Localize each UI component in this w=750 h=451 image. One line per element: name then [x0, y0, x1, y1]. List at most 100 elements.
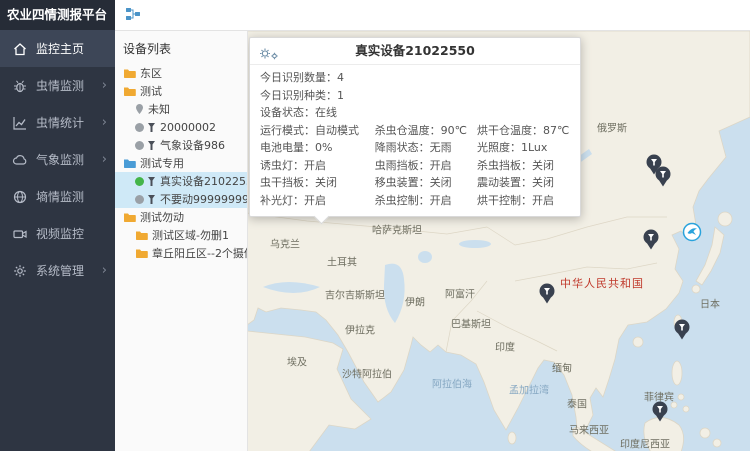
popup-grid-row: 诱虫灯：开启虫雨挡板：开启杀虫挡板：关闭 — [260, 157, 570, 175]
popup-field: 诱虫灯：开启 — [260, 157, 375, 175]
tree-item-label: 20000002 — [160, 121, 216, 134]
sidebar: 农业四情测报平台 监控主页虫情监测 › 虫情统计 › 气象监测 › 墒情监测视频监控系统管理… — [0, 0, 115, 451]
station-icon — [147, 194, 156, 205]
tree-folder[interactable]: 东区 — [115, 64, 247, 82]
tree-folder[interactable]: 测试勿动 — [115, 208, 247, 226]
sidebar-item-system-manage[interactable]: 系统管理 › — [0, 252, 115, 289]
device-tree: 东区测试未知 20000002 气象设备986 测试专用真实设备21022550 不要动… — [115, 64, 247, 262]
sidebar-item-label: 视频监控 — [36, 225, 84, 242]
tree-folder[interactable]: 测试专用 — [115, 154, 247, 172]
app-title: 农业四情测报平台 — [0, 0, 115, 30]
popup-field: 虫雨挡板：开启 — [375, 157, 477, 175]
weather-icon — [12, 152, 28, 168]
popup-field: 电池电量：0% — [260, 139, 375, 157]
sidebar-item-insect-monitor[interactable]: 虫情监测 › — [0, 67, 115, 104]
popup-field: 杀虫挡板：关闭 — [477, 157, 570, 175]
tree-device[interactable]: 20000002 — [115, 118, 247, 136]
device-marker-icon[interactable] — [539, 283, 555, 304]
tree-item-label: 测试区域-勿删1 — [152, 227, 229, 243]
folder-icon — [123, 158, 136, 169]
tree-item-label: 气象设备986 — [160, 137, 225, 153]
sidebar-item-label: 监控主页 — [36, 40, 84, 57]
popup-field: 杀虫仓温度：90℃ — [375, 122, 477, 140]
status-dot — [135, 123, 144, 132]
folder-icon — [123, 212, 136, 223]
station-icon — [147, 140, 156, 151]
layout-toggle-icon[interactable] — [125, 7, 141, 23]
device-marker-icon[interactable] — [655, 166, 671, 187]
popup-field: 烘干仓温度：87℃ — [477, 122, 570, 140]
tree-item-label: 未知 — [148, 101, 170, 117]
popup-field: 震动装置：关闭 — [477, 174, 570, 192]
device-popup: 真实设备21022550 今日识别数量：4今日识别种类：1设备状态：在线 运行模… — [249, 37, 581, 217]
popup-stat-row: 今日识别种类：1 — [260, 87, 570, 105]
chevron-right-icon: › — [102, 264, 107, 277]
status-dot — [135, 177, 144, 186]
popup-grid-row: 电池电量：0%降雨状态：无雨光照度：1Lux — [260, 139, 570, 157]
map-canvas[interactable]: 俄罗斯哈萨克斯坦乌克兰土耳其吉尔吉斯斯坦伊拉克伊朗阿富汗巴基斯坦沙特阿拉伯埃及印… — [247, 31, 750, 451]
popup-stat-row: 设备状态：在线 — [260, 104, 570, 122]
popup-field: 杀虫控制：开启 — [375, 192, 477, 210]
tree-item-label: 测试 — [140, 83, 162, 99]
popup-stat-row: 今日识别数量：4 — [260, 69, 570, 87]
tree-device[interactable]: 真实设备21022550 — [115, 172, 247, 190]
sidebar-item-video-monitor[interactable]: 视频监控 — [0, 215, 115, 252]
sidebar-item-label: 气象监测 — [36, 151, 84, 168]
sidebar-item-insect-stats[interactable]: 虫情统计 › — [0, 104, 115, 141]
camera-icon — [12, 226, 28, 242]
popup-grid-row: 运行模式：自动模式杀虫仓温度：90℃烘干仓温度：87℃ — [260, 122, 570, 140]
popup-title: 真实设备21022550 — [355, 43, 475, 58]
chart-icon — [12, 115, 28, 131]
gear-icon[interactable] — [258, 44, 280, 59]
sidebar-item-label: 系统管理 — [36, 262, 84, 279]
sidebar-item-label: 墒情监测 — [36, 188, 84, 205]
sidebar-menu: 监控主页虫情监测 › 虫情统计 › 气象监测 › 墒情监测视频监控系统管理 › — [0, 30, 115, 289]
tree-folder[interactable]: 测试 — [115, 82, 247, 100]
map-pin-icon — [135, 103, 144, 115]
tree-item-label: 不要动99999999 — [160, 191, 247, 207]
tree-device[interactable]: 未知 — [115, 100, 247, 118]
device-list-panel: 设备列表 东区测试未知 20000002 气象设备986 测试专用真实设备210225… — [115, 31, 248, 451]
status-dot — [135, 195, 144, 204]
tree-item-label: 章丘阳丘区--2个摄像头 — [152, 245, 247, 261]
folder-icon — [135, 248, 148, 259]
topbar — [115, 0, 750, 31]
popup-grid-row: 补光灯：开启杀虫控制：开启烘干控制：开启 — [260, 192, 570, 210]
folder-icon — [135, 230, 148, 241]
chevron-right-icon: › — [102, 153, 107, 166]
device-marker-icon[interactable] — [674, 319, 690, 340]
tree-item-label: 测试专用 — [140, 155, 184, 171]
tree-device[interactable]: 不要动99999999 — [115, 190, 247, 208]
map-cluster-icon[interactable] — [682, 222, 702, 242]
chevron-right-icon: › — [102, 116, 107, 129]
popup-field: 补光灯：开启 — [260, 192, 375, 210]
sidebar-item-label: 虫情监测 — [36, 77, 84, 94]
popup-grid-row: 虫干挡板：关闭移虫装置：关闭震动装置：关闭 — [260, 174, 570, 192]
popup-field: 降雨状态：无雨 — [375, 139, 477, 157]
device-marker-icon[interactable] — [643, 229, 659, 250]
globe-icon — [12, 189, 28, 205]
tree-item-label: 真实设备21022550 — [160, 173, 247, 189]
device-marker-icon[interactable] — [652, 401, 668, 422]
sidebar-item-label: 虫情统计 — [36, 114, 84, 131]
chevron-right-icon: › — [102, 79, 107, 92]
popup-field: 移虫装置：关闭 — [375, 174, 477, 192]
popup-field: 光照度：1Lux — [477, 139, 570, 157]
folder-icon — [123, 86, 136, 97]
popup-field: 烘干控制：开启 — [477, 192, 570, 210]
tree-folder[interactable]: 测试区域-勿删1 — [115, 226, 247, 244]
home-icon — [12, 41, 28, 57]
popup-field: 虫干挡板：关闭 — [260, 174, 375, 192]
folder-icon — [123, 68, 136, 79]
device-list-title: 设备列表 — [115, 31, 247, 64]
sidebar-item-weather-monitor[interactable]: 气象监测 › — [0, 141, 115, 178]
station-icon — [147, 176, 156, 187]
bug-icon — [12, 78, 28, 94]
tree-folder[interactable]: 章丘阳丘区--2个摄像头 — [115, 244, 247, 262]
sidebar-item-monitor-home[interactable]: 监控主页 — [0, 30, 115, 67]
tree-device[interactable]: 气象设备986 — [115, 136, 247, 154]
sidebar-item-soil-monitor[interactable]: 墒情监测 — [0, 178, 115, 215]
gear-icon — [12, 263, 28, 279]
tree-item-label: 测试勿动 — [140, 209, 184, 225]
popup-field: 运行模式：自动模式 — [260, 122, 375, 140]
